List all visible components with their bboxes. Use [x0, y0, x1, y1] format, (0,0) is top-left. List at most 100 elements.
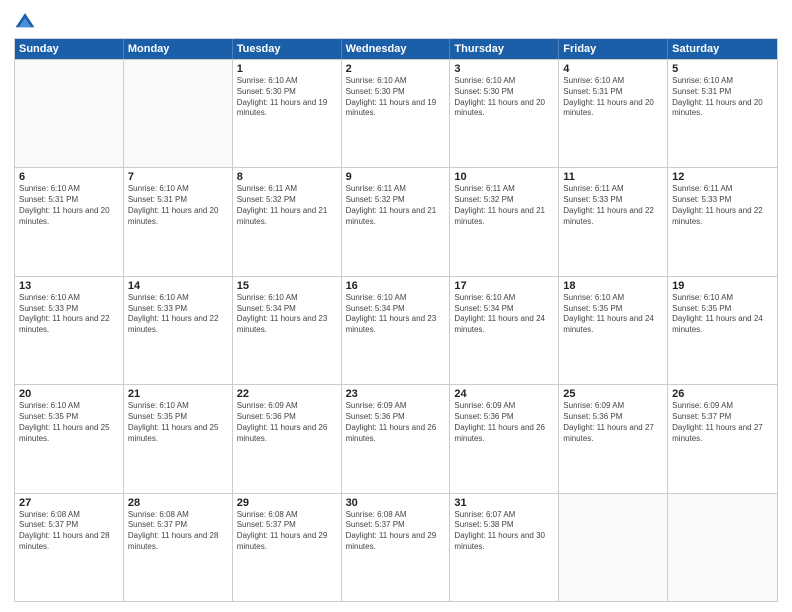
calendar-cell: 29Sunrise: 6:08 AMSunset: 5:37 PMDayligh… — [233, 494, 342, 601]
cell-info: Sunrise: 6:10 AMSunset: 5:30 PMDaylight:… — [237, 76, 337, 119]
cell-info: Sunrise: 6:10 AMSunset: 5:31 PMDaylight:… — [19, 184, 119, 227]
calendar-cell: 20Sunrise: 6:10 AMSunset: 5:35 PMDayligh… — [15, 385, 124, 492]
calendar-cell — [668, 494, 777, 601]
cell-info: Sunrise: 6:09 AMSunset: 5:36 PMDaylight:… — [454, 401, 554, 444]
cell-date: 29 — [237, 497, 337, 509]
calendar-day-header: Thursday — [450, 39, 559, 59]
cell-date: 10 — [454, 171, 554, 183]
calendar-cell: 24Sunrise: 6:09 AMSunset: 5:36 PMDayligh… — [450, 385, 559, 492]
cell-info: Sunrise: 6:08 AMSunset: 5:37 PMDaylight:… — [19, 510, 119, 553]
cell-info: Sunrise: 6:10 AMSunset: 5:35 PMDaylight:… — [672, 293, 773, 336]
calendar-cell: 21Sunrise: 6:10 AMSunset: 5:35 PMDayligh… — [124, 385, 233, 492]
calendar-cell: 22Sunrise: 6:09 AMSunset: 5:36 PMDayligh… — [233, 385, 342, 492]
calendar-cell: 10Sunrise: 6:11 AMSunset: 5:32 PMDayligh… — [450, 168, 559, 275]
calendar-cell: 12Sunrise: 6:11 AMSunset: 5:33 PMDayligh… — [668, 168, 777, 275]
cell-info: Sunrise: 6:07 AMSunset: 5:38 PMDaylight:… — [454, 510, 554, 553]
cell-date: 12 — [672, 171, 773, 183]
calendar-header-row: SundayMondayTuesdayWednesdayThursdayFrid… — [15, 39, 777, 59]
cell-info: Sunrise: 6:11 AMSunset: 5:32 PMDaylight:… — [454, 184, 554, 227]
cell-date: 4 — [563, 63, 663, 75]
calendar-cell: 17Sunrise: 6:10 AMSunset: 5:34 PMDayligh… — [450, 277, 559, 384]
cell-date: 13 — [19, 280, 119, 292]
cell-date: 6 — [19, 171, 119, 183]
cell-info: Sunrise: 6:10 AMSunset: 5:33 PMDaylight:… — [128, 293, 228, 336]
calendar-week: 6Sunrise: 6:10 AMSunset: 5:31 PMDaylight… — [15, 167, 777, 275]
cell-info: Sunrise: 6:10 AMSunset: 5:35 PMDaylight:… — [128, 401, 228, 444]
cell-date: 3 — [454, 63, 554, 75]
cell-date: 7 — [128, 171, 228, 183]
calendar-cell: 18Sunrise: 6:10 AMSunset: 5:35 PMDayligh… — [559, 277, 668, 384]
calendar-body: 1Sunrise: 6:10 AMSunset: 5:30 PMDaylight… — [15, 59, 777, 601]
cell-date: 24 — [454, 388, 554, 400]
page: SundayMondayTuesdayWednesdayThursdayFrid… — [0, 0, 792, 612]
cell-date: 22 — [237, 388, 337, 400]
cell-info: Sunrise: 6:10 AMSunset: 5:34 PMDaylight:… — [454, 293, 554, 336]
calendar-cell: 8Sunrise: 6:11 AMSunset: 5:32 PMDaylight… — [233, 168, 342, 275]
calendar-cell: 27Sunrise: 6:08 AMSunset: 5:37 PMDayligh… — [15, 494, 124, 601]
cell-date: 14 — [128, 280, 228, 292]
calendar-cell: 7Sunrise: 6:10 AMSunset: 5:31 PMDaylight… — [124, 168, 233, 275]
calendar-cell: 11Sunrise: 6:11 AMSunset: 5:33 PMDayligh… — [559, 168, 668, 275]
calendar-cell: 4Sunrise: 6:10 AMSunset: 5:31 PMDaylight… — [559, 60, 668, 167]
calendar-week: 1Sunrise: 6:10 AMSunset: 5:30 PMDaylight… — [15, 59, 777, 167]
cell-date: 1 — [237, 63, 337, 75]
cell-date: 5 — [672, 63, 773, 75]
calendar-cell: 16Sunrise: 6:10 AMSunset: 5:34 PMDayligh… — [342, 277, 451, 384]
cell-date: 19 — [672, 280, 773, 292]
cell-info: Sunrise: 6:09 AMSunset: 5:36 PMDaylight:… — [346, 401, 446, 444]
calendar-cell: 19Sunrise: 6:10 AMSunset: 5:35 PMDayligh… — [668, 277, 777, 384]
cell-info: Sunrise: 6:10 AMSunset: 5:31 PMDaylight:… — [128, 184, 228, 227]
cell-info: Sunrise: 6:10 AMSunset: 5:34 PMDaylight:… — [346, 293, 446, 336]
cell-info: Sunrise: 6:09 AMSunset: 5:37 PMDaylight:… — [672, 401, 773, 444]
cell-date: 26 — [672, 388, 773, 400]
cell-info: Sunrise: 6:10 AMSunset: 5:34 PMDaylight:… — [237, 293, 337, 336]
cell-date: 18 — [563, 280, 663, 292]
calendar-cell: 31Sunrise: 6:07 AMSunset: 5:38 PMDayligh… — [450, 494, 559, 601]
cell-date: 8 — [237, 171, 337, 183]
cell-info: Sunrise: 6:08 AMSunset: 5:37 PMDaylight:… — [128, 510, 228, 553]
cell-date: 17 — [454, 280, 554, 292]
cell-info: Sunrise: 6:10 AMSunset: 5:30 PMDaylight:… — [346, 76, 446, 119]
cell-info: Sunrise: 6:10 AMSunset: 5:31 PMDaylight:… — [672, 76, 773, 119]
cell-date: 11 — [563, 171, 663, 183]
calendar-cell: 5Sunrise: 6:10 AMSunset: 5:31 PMDaylight… — [668, 60, 777, 167]
calendar-cell: 1Sunrise: 6:10 AMSunset: 5:30 PMDaylight… — [233, 60, 342, 167]
cell-info: Sunrise: 6:11 AMSunset: 5:33 PMDaylight:… — [563, 184, 663, 227]
cell-info: Sunrise: 6:09 AMSunset: 5:36 PMDaylight:… — [237, 401, 337, 444]
calendar-cell: 9Sunrise: 6:11 AMSunset: 5:32 PMDaylight… — [342, 168, 451, 275]
cell-date: 21 — [128, 388, 228, 400]
calendar-week: 27Sunrise: 6:08 AMSunset: 5:37 PMDayligh… — [15, 493, 777, 601]
calendar-cell: 15Sunrise: 6:10 AMSunset: 5:34 PMDayligh… — [233, 277, 342, 384]
calendar-cell: 25Sunrise: 6:09 AMSunset: 5:36 PMDayligh… — [559, 385, 668, 492]
calendar-cell: 3Sunrise: 6:10 AMSunset: 5:30 PMDaylight… — [450, 60, 559, 167]
cell-info: Sunrise: 6:08 AMSunset: 5:37 PMDaylight:… — [237, 510, 337, 553]
cell-date: 25 — [563, 388, 663, 400]
calendar-day-header: Monday — [124, 39, 233, 59]
calendar-day-header: Sunday — [15, 39, 124, 59]
calendar-cell: 28Sunrise: 6:08 AMSunset: 5:37 PMDayligh… — [124, 494, 233, 601]
cell-info: Sunrise: 6:10 AMSunset: 5:31 PMDaylight:… — [563, 76, 663, 119]
logo-icon — [14, 10, 36, 32]
calendar-cell: 6Sunrise: 6:10 AMSunset: 5:31 PMDaylight… — [15, 168, 124, 275]
calendar-cell — [559, 494, 668, 601]
cell-date: 2 — [346, 63, 446, 75]
calendar-cell: 23Sunrise: 6:09 AMSunset: 5:36 PMDayligh… — [342, 385, 451, 492]
calendar-cell: 2Sunrise: 6:10 AMSunset: 5:30 PMDaylight… — [342, 60, 451, 167]
calendar-cell: 14Sunrise: 6:10 AMSunset: 5:33 PMDayligh… — [124, 277, 233, 384]
calendar: SundayMondayTuesdayWednesdayThursdayFrid… — [14, 38, 778, 602]
cell-info: Sunrise: 6:10 AMSunset: 5:35 PMDaylight:… — [19, 401, 119, 444]
calendar-cell: 26Sunrise: 6:09 AMSunset: 5:37 PMDayligh… — [668, 385, 777, 492]
cell-info: Sunrise: 6:08 AMSunset: 5:37 PMDaylight:… — [346, 510, 446, 553]
cell-info: Sunrise: 6:10 AMSunset: 5:35 PMDaylight:… — [563, 293, 663, 336]
cell-date: 15 — [237, 280, 337, 292]
calendar-cell — [124, 60, 233, 167]
header — [14, 10, 778, 32]
calendar-day-header: Saturday — [668, 39, 777, 59]
cell-date: 31 — [454, 497, 554, 509]
cell-info: Sunrise: 6:10 AMSunset: 5:33 PMDaylight:… — [19, 293, 119, 336]
calendar-cell: 13Sunrise: 6:10 AMSunset: 5:33 PMDayligh… — [15, 277, 124, 384]
calendar-day-header: Tuesday — [233, 39, 342, 59]
cell-date: 28 — [128, 497, 228, 509]
cell-date: 9 — [346, 171, 446, 183]
cell-date: 16 — [346, 280, 446, 292]
